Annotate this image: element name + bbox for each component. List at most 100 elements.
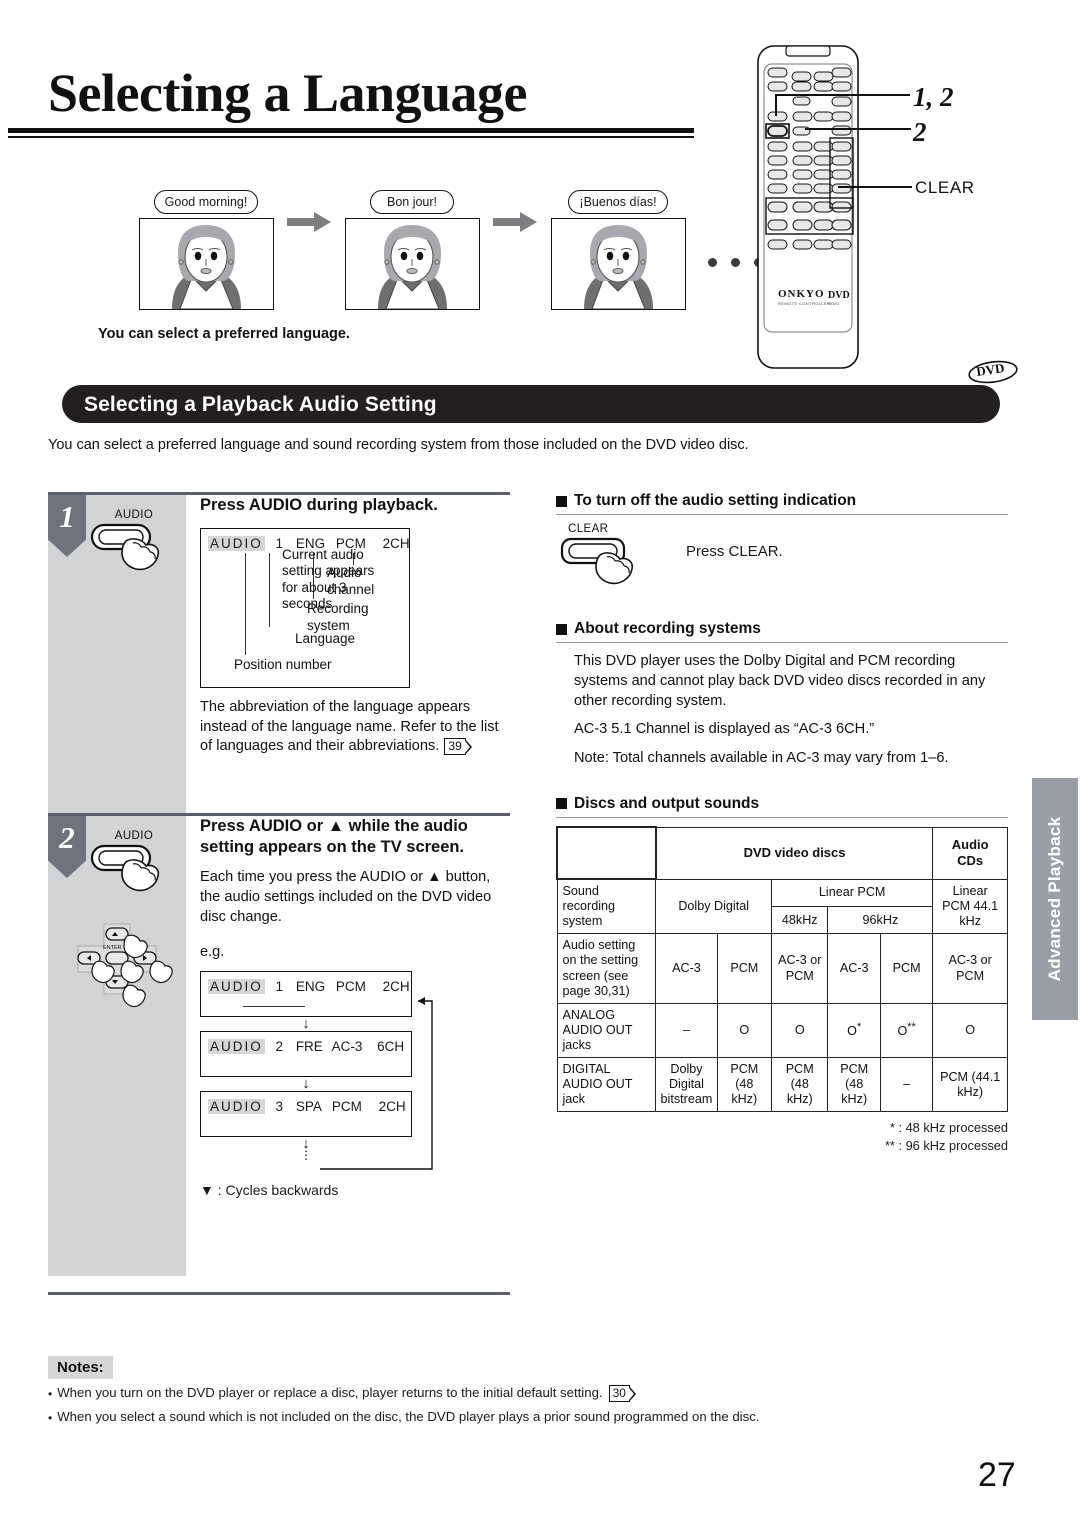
cell-cd-linear-pcm: Linear PCM 44.1 kHz [932, 878, 1008, 935]
illustration-caption: You can select a preferred language. [98, 326, 350, 342]
leader-label-current-setting: Current audio setting appears for about … [282, 547, 375, 612]
cell-48khz: 48kHz [771, 905, 829, 935]
audio-button-icon [90, 523, 160, 571]
footnote-2: ** : 96 kHz processed [884, 1138, 1008, 1154]
subhead-turn-off: To turn off the audio setting indication [556, 492, 1008, 510]
row-label-sound-recording: Sound recording system [556, 878, 657, 935]
callout-line-2 [805, 128, 911, 130]
section-intro: You can select a preferred language and … [48, 437, 749, 453]
bullet-square-icon [556, 798, 567, 810]
recording-systems-para-3: Note: Total channels available in AC-3 m… [574, 750, 949, 767]
osd-audio-label: AUDIO [208, 536, 265, 552]
section-title: Selecting a Playback Audio Setting [84, 393, 437, 416]
speech-bubble-french: Bon jour! [370, 190, 454, 214]
cycle2-position: 2 [275, 1038, 284, 1054]
page-number: 27 [978, 1456, 1016, 1494]
table-row: ANALOG AUDIO OUT jacks – O O O* O** O [556, 1002, 1008, 1059]
subhead-discs-output-text: Discs and output sounds [574, 794, 760, 812]
footnote-1: * : 48 kHz processed [889, 1120, 1008, 1136]
audio-button-icon-2 [90, 844, 160, 892]
tv-frame [138, 218, 274, 310]
recording-systems-para-1: This DVD player uses the Dolby Digital a… [574, 653, 986, 709]
cycle3-audio: AUDIO [208, 1098, 265, 1114]
step-2: 2 AUDIO ENTER Press AUDIO or ▲ while the… [48, 816, 512, 1276]
cell-r4-c4: PCM (48 kHz) [827, 1057, 881, 1113]
page-reference-30[interactable]: 30 [608, 1385, 637, 1402]
steps-column: 1 AUDIO Press AUDIO during playback. AUD… [48, 492, 512, 1276]
note-1-text: When you turn on the DVD player or repla… [57, 1385, 603, 1400]
cycle-ellipsis: ⋮ [300, 1147, 312, 1162]
cycle1-system: PCM [335, 978, 366, 994]
cycle1-audio: AUDIO [208, 978, 265, 994]
cycle2-language: FRE [295, 1038, 323, 1054]
cell-r4-c6: PCM (44.1 kHz) [932, 1057, 1008, 1113]
audio-cycle-diagram: AUDIO 1 ENG PCM 2CH ↓ AUDIO 2 FRE AC-3 6… [200, 970, 490, 1170]
notes-section: Notes: • When you turn on the DVD player… [48, 1356, 1008, 1427]
table-header-cd: Audio CDs [932, 826, 1008, 880]
cycle3-language: SPA [295, 1098, 322, 1114]
step-2-number: 2 [48, 816, 86, 878]
cell-r3-c5: O** [879, 1002, 934, 1059]
note-item: • When you select a sound which is not i… [48, 1409, 1008, 1427]
cycle2-channel: 6CH [377, 1038, 405, 1054]
cycle1-channel: 2CH [382, 978, 410, 994]
cycle-arrow-1: ↓ [302, 1014, 310, 1032]
callout-clear: CLEAR [915, 178, 975, 197]
note-2-text: When you select a sound which is not inc… [57, 1409, 760, 1424]
callout-steps-1-2: 1, 2 [913, 82, 954, 112]
cell-r2-c2: PCM [716, 933, 773, 1004]
svg-text:REMOTE CONTROLLER: REMOTE CONTROLLER [778, 301, 830, 306]
cell-r2-c5: PCM [879, 933, 934, 1004]
cycle2-system: AC-3 [331, 1038, 363, 1054]
info-column: To turn off the audio setting indication… [556, 492, 1008, 1155]
language-cell: ¡Buenos días! [544, 190, 692, 310]
step-divider-bottom [48, 1292, 510, 1295]
cell-96khz: 96kHz [827, 905, 934, 935]
arrow-1 [280, 190, 338, 232]
cell-r3-c2: O [716, 1002, 773, 1059]
language-cell: Bon jour! [338, 190, 486, 310]
callout-line-clear [838, 186, 912, 188]
tv-frame [550, 218, 686, 310]
cycle2-audio: AUDIO [208, 1038, 265, 1054]
cycle3-position: 3 [275, 1098, 284, 1114]
cell-r4-c1: Dolby Digital bitstream [655, 1057, 718, 1113]
step-2-body: Press AUDIO or ▲ while the audio setting… [186, 816, 512, 1276]
step-1-gutter: 1 AUDIO [48, 495, 186, 813]
notes-badge: Notes: [48, 1356, 113, 1379]
cell-linear-pcm: Linear PCM [771, 878, 934, 907]
bullet-square-icon [556, 623, 567, 635]
cycle-box-1: AUDIO 1 ENG PCM 2CH [200, 970, 412, 1017]
leader-language [269, 553, 271, 628]
page-reference-39[interactable]: 39 [444, 738, 473, 756]
step-1-number: 1 [48, 495, 86, 557]
cell-r4-c5: – [879, 1057, 934, 1113]
speech-bubble-spanish: ¡Buenos días! [568, 190, 668, 214]
cell-r4-c3: PCM (48 kHz) [771, 1057, 829, 1113]
subhead-discs-output: Discs and output sounds [556, 795, 1008, 813]
svg-text:VIDEO: VIDEO [828, 302, 839, 306]
cell-r2-c1: AC-3 [655, 933, 718, 1004]
cycle1-position: 1 [275, 978, 284, 994]
subhead-recording-systems-text: About recording systems [574, 620, 761, 638]
page-title: Selecting a Language [48, 63, 528, 123]
step-2-gutter: 2 AUDIO ENTER [48, 816, 186, 1276]
callout-line-12 [775, 94, 910, 96]
title-divider [8, 128, 694, 138]
cell-r3-c1: – [655, 1002, 718, 1059]
cell-r3-c4: O* [827, 1002, 881, 1059]
subhead-rule [556, 816, 1008, 818]
step-2-heading: Press AUDIO or ▲ while the audio setting… [200, 817, 468, 857]
row-label-audio-setting: Audio setting on the setting screen (see… [556, 933, 657, 1004]
discs-output-table: DVD video discs Audio CDs Sound recordin… [556, 826, 1008, 1113]
audio-button-label: AUDIO [114, 509, 154, 521]
cell-dolby-digital: Dolby Digital [655, 878, 773, 935]
row-label-analog-out: ANALOG AUDIO OUT jacks [556, 1002, 657, 1059]
language-cell: Good morning! [132, 190, 280, 310]
cycle3-channel: 2CH [378, 1098, 406, 1114]
cell-r2-c4: AC-3 [827, 933, 881, 1004]
table-row: Audio setting on the setting screen (see… [556, 933, 1008, 1004]
cell-r3-c6: O [932, 1002, 1008, 1059]
leader-label-language: Language [295, 631, 356, 647]
footnote-marker-double: ** [907, 1021, 916, 1034]
